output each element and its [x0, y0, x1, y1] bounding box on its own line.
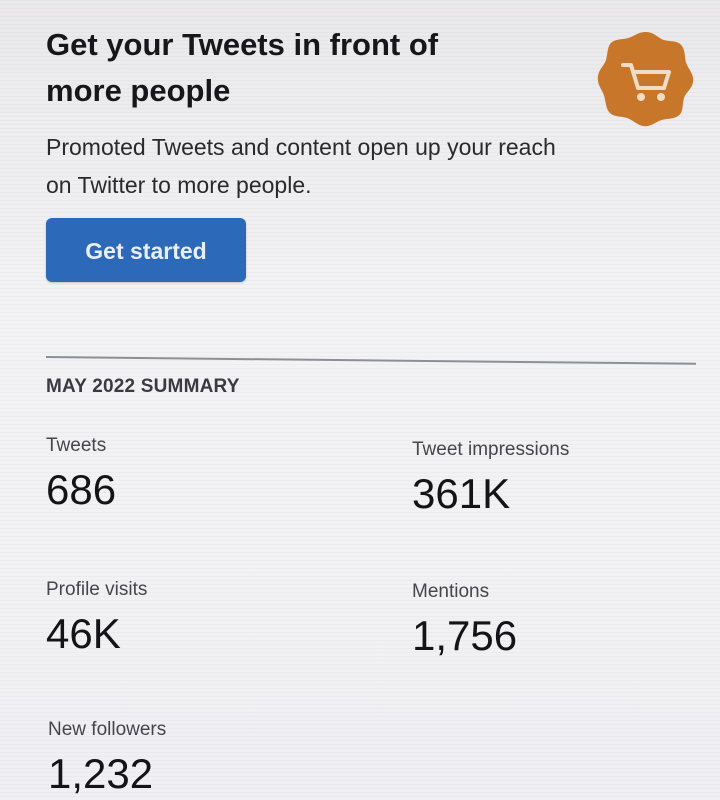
promo-title: Get your Tweets in front of more people	[46, 27, 439, 108]
analytics-page: Get your Tweets in front of more people …	[0, 0, 720, 797]
section-divider	[45, 356, 696, 365]
stat-value: 686	[46, 466, 117, 513]
stat-value: 1,756	[412, 612, 518, 659]
promote-tweets-card: Get your Tweets in front of more people …	[46, 20, 694, 300]
stat-label: Profile visits	[46, 579, 148, 600]
promo-description: Promoted Tweets and content open up your…	[46, 134, 556, 198]
stat-label: Tweet impressions	[412, 439, 570, 460]
stat-label: Mentions	[412, 581, 490, 602]
get-started-button[interactable]: Get started	[46, 218, 246, 282]
stat-tweet-impressions[interactable]: Tweet impressions 361K	[412, 438, 569, 520]
stat-mentions[interactable]: Mentions 1,756	[412, 580, 517, 662]
cart-icon	[596, 28, 696, 128]
stat-label: Tweets	[46, 435, 107, 456]
stat-label: New followers	[48, 719, 167, 740]
stat-tweets[interactable]: Tweets 686	[46, 434, 116, 516]
stat-profile-visits[interactable]: Profile visits 46K	[46, 578, 147, 660]
stat-value: 46K	[46, 610, 121, 657]
stat-value: 361K	[412, 470, 511, 517]
summary-title: MAY 2022 SUMMARY	[46, 376, 240, 397]
stat-new-followers[interactable]: New followers 1,232	[48, 718, 166, 800]
stat-value: 1,232	[48, 750, 154, 797]
